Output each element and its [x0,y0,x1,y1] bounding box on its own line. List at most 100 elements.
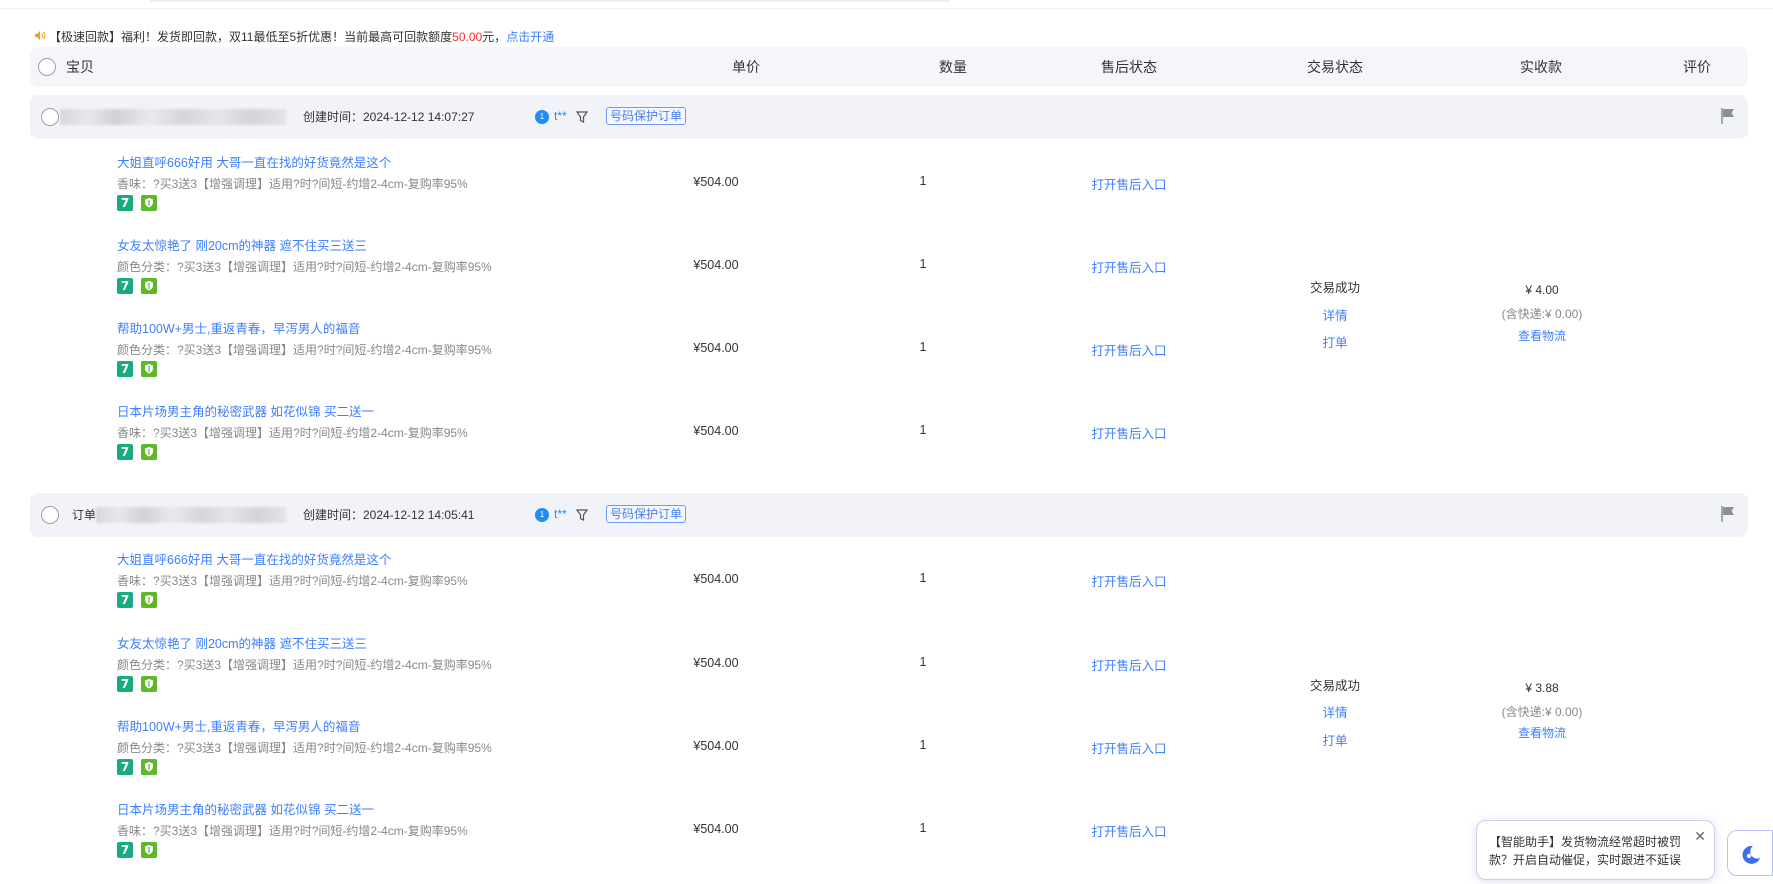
item-spec: 香味：?买3送3【增强调理】适用?时?间短-约增2-4cm-复购率95% [117,426,468,440]
order-checkbox[interactable] [41,108,59,126]
after-sale-link[interactable]: 打开售后入口 [1091,340,1166,359]
number-protection-badge: 号码保护订单 [606,505,687,523]
item-title[interactable]: 女友太惊艳了 刚20cm的神器 遮不住买三送三 [117,636,367,652]
item-price: ¥504.00 [693,739,739,753]
received-amount: ¥ 4.00 [1525,283,1559,297]
item-qty: 1 [919,738,927,752]
open-link[interactable]: 点击开通 [506,30,554,44]
top-bar-shade [150,0,950,2]
guarantee-icon [141,676,157,692]
order-item: 帮助100W+男士,重返青春，早泻男人的福音 颜色分类：?买3送3【增强调理】适… [0,719,1773,803]
flag-icon[interactable] [1720,107,1736,125]
detail-link[interactable]: 详情 [1322,305,1347,324]
close-icon[interactable]: ✕ [1694,829,1706,843]
item-spec: 香味：?买3送3【增强调理】适用?时?间短-约增2-4cm-复购率95% [117,177,468,191]
item-qty: 1 [919,257,927,271]
item-title[interactable]: 大姐直呼666好用 大哥一直在找的好货竟然是这个 [117,155,391,171]
item-price: ¥504.00 [693,341,739,355]
moon-icon [1742,845,1760,864]
night-mode-toggle[interactable] [1727,830,1773,876]
col-item: 宝贝 [66,59,94,75]
print-link[interactable]: 打单 [1322,332,1347,351]
item-spec: 颜色分类：?买3送3【增强调理】适用?时?间短-约增2-4cm-复购率95% [117,658,492,672]
top-bar [0,0,1773,9]
flag-icon[interactable] [1720,505,1736,523]
guarantee-icon [141,195,157,211]
item-price: ¥504.00 [693,822,739,836]
after-sale-link[interactable]: 打开售后入口 [1091,655,1166,674]
item-title[interactable]: 日本片场男主角的秘密武器 如花似锦 买二送一 [117,802,374,818]
seven-day-return-icon: 7 [117,676,133,692]
order-id-redacted [60,109,286,125]
select-all-checkbox[interactable] [38,58,56,76]
order-created-time: 创建时间：2024-12-12 14:05:41 [303,508,475,522]
seven-day-return-icon: 7 [117,759,133,775]
table-header: 宝贝 单价 数量 售后状态 交易状态 实收款 评价 [30,47,1748,87]
quick-payback-notice: 【极速回款】福利！发货即回款，双11最低至5折优惠！当前最高可回款额度50.00… [34,28,554,46]
after-sale-link[interactable]: 打开售后入口 [1091,571,1166,590]
notice-prefix: 【极速回款】福利！发货即回款，双11最低至5折优惠！当前最高可回款额度 [49,30,453,44]
item-spec: 颜色分类：?买3送3【增强调理】适用?时?间短-约增2-4cm-复购率95% [117,260,492,274]
item-spec: 香味：?买3送3【增强调理】适用?时?间短-约增2-4cm-复购率95% [117,574,468,588]
col-trade-status: 交易状态 [1307,59,1363,75]
order-checkbox[interactable] [41,506,59,524]
detail-link[interactable]: 详情 [1322,702,1347,721]
after-sale-link[interactable]: 打开售后入口 [1091,423,1166,442]
guarantee-icon [141,361,157,377]
after-sale-link[interactable]: 打开售后入口 [1091,738,1166,757]
seven-day-return-icon: 7 [117,361,133,377]
col-after-sale: 售后状态 [1101,59,1157,75]
item-qty: 1 [919,174,927,188]
order-id-redacted [96,507,286,523]
item-title[interactable]: 女友太惊艳了 刚20cm的神器 遮不住买三送三 [117,238,367,254]
trade-status: 交易成功 [1309,281,1361,295]
buyer-wangwang-icon[interactable]: 1 [535,110,549,124]
guarantee-icon [141,759,157,775]
view-logistics-link[interactable]: 查看物流 [1518,724,1566,741]
guarantee-icon [141,592,157,608]
item-spec: 颜色分类：?买3送3【增强调理】适用?时?间短-约增2-4cm-复购率95% [117,741,492,755]
buyer-name[interactable]: t** [554,493,567,535]
item-price: ¥504.00 [693,175,739,189]
item-qty: 1 [919,821,927,835]
item-qty: 1 [919,655,927,669]
after-sale-link[interactable]: 打开售后入口 [1091,174,1166,193]
item-title[interactable]: 帮助100W+男士,重返青春，早泻男人的福音 [117,321,360,337]
print-link[interactable]: 打单 [1322,730,1347,749]
order-item: 日本片场男主角的秘密武器 如花似锦 买二送一 香味：?买3送3【增强调理】适用?… [0,404,1773,488]
assistant-message[interactable]: 【智能助手】发货物流经常超时被罚款？开启自动催促，实时跟进不延误 [1489,833,1687,869]
seven-day-return-icon: 7 [117,592,133,608]
after-sale-link[interactable]: 打开售后入口 [1091,257,1166,276]
order-item: 大姐直呼666好用 大哥一直在找的好货竟然是这个 香味：?买3送3【增强调理】适… [0,552,1773,636]
col-received: 实收款 [1520,59,1562,75]
view-logistics-link[interactable]: 查看物流 [1518,327,1566,344]
item-title[interactable]: 帮助100W+男士,重返青春，早泻男人的福音 [117,719,360,735]
shipping-fee: (含快递:¥ 0.00) [1501,705,1583,719]
col-price: 单价 [732,59,760,75]
guarantee-icon [141,278,157,294]
guarantee-icon [141,842,157,858]
notice-suffix: 元， [482,30,507,44]
number-protection-badge: 号码保护订单 [606,107,687,125]
buyer-name[interactable]: t** [554,95,567,137]
seven-day-return-icon: 7 [117,842,133,858]
filter-icon[interactable] [576,508,588,522]
notice-amount: 50.00 [452,30,483,44]
buyer-wangwang-icon[interactable]: 1 [535,508,549,522]
order-created-time: 创建时间：2024-12-12 14:07:27 [303,110,475,124]
item-spec: 香味：?买3送3【增强调理】适用?时?间短-约增2-4cm-复购率95% [117,824,468,838]
order-id-label: 订单 [72,508,97,522]
seven-day-return-icon: 7 [117,444,133,460]
col-qty: 数量 [939,59,967,75]
item-price: ¥504.00 [693,424,739,438]
seven-day-return-icon: 7 [117,195,133,211]
item-qty: 1 [919,571,927,585]
filter-icon[interactable] [576,110,588,124]
after-sale-link[interactable]: 打开售后入口 [1091,821,1166,840]
item-qty: 1 [919,340,927,354]
item-spec: 颜色分类：?买3送3【增强调理】适用?时?间短-约增2-4cm-复购率95% [117,343,492,357]
guarantee-icon [141,444,157,460]
item-title[interactable]: 大姐直呼666好用 大哥一直在找的好货竟然是这个 [117,552,391,568]
col-review: 评价 [1683,59,1711,75]
item-title[interactable]: 日本片场男主角的秘密武器 如花似锦 买二送一 [117,404,374,420]
